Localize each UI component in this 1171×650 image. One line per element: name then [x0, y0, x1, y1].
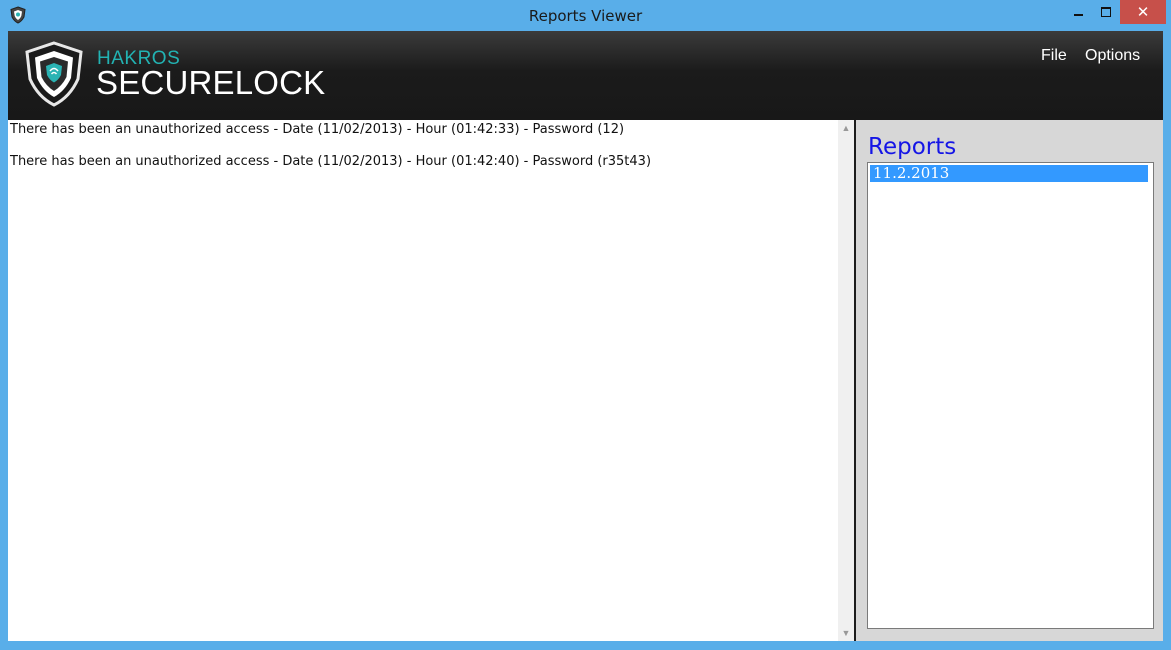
log-scrollbar[interactable]: ▲ ▼: [838, 120, 854, 641]
maximize-icon: [1101, 7, 1111, 17]
securelock-shield-logo-icon: [25, 41, 83, 107]
window-title: Reports Viewer: [528, 7, 643, 25]
minimize-button[interactable]: [1064, 0, 1092, 24]
close-icon: ✕: [1136, 3, 1150, 21]
maximize-button[interactable]: [1092, 0, 1120, 24]
app-window: Reports Viewer ✕ HAKROS SECURELOCK File …: [0, 0, 1171, 650]
menu-file[interactable]: File: [1041, 47, 1067, 65]
scroll-up-arrow-icon[interactable]: ▲: [838, 120, 854, 136]
app-header: HAKROS SECURELOCK File Options: [8, 31, 1163, 120]
reports-title: Reports: [868, 134, 957, 160]
log-line: There has been an unauthorized access - …: [10, 122, 625, 137]
title-bar[interactable]: Reports Viewer ✕: [0, 0, 1171, 31]
brand-securelock: SECURELOCK: [96, 64, 326, 101]
report-log-area[interactable]: There has been an unauthorized access - …: [8, 120, 838, 641]
menu-options[interactable]: Options: [1085, 47, 1140, 65]
minimize-icon: [1074, 14, 1083, 16]
reports-panel: Reports 11.2.2013: [854, 120, 1163, 641]
log-line: There has been an unauthorized access - …: [10, 154, 652, 169]
scroll-down-arrow-icon[interactable]: ▼: [838, 625, 854, 641]
close-button[interactable]: ✕: [1120, 0, 1166, 24]
report-item-selected[interactable]: 11.2.2013: [870, 165, 1148, 182]
reports-list[interactable]: 11.2.2013: [867, 162, 1154, 629]
